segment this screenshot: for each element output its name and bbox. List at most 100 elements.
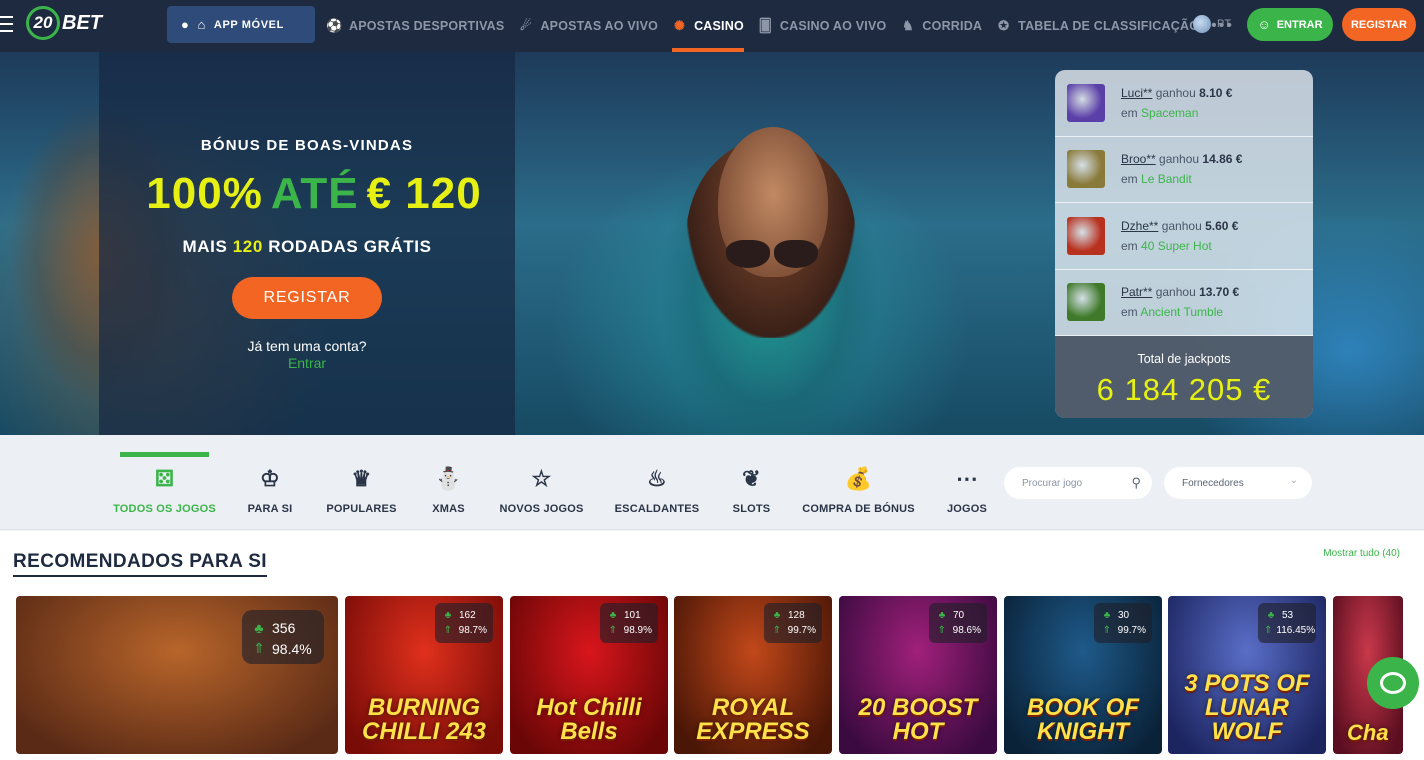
language-selector[interactable]: PT [1193,15,1231,33]
players-count: 70 [953,610,965,621]
game-tile[interactable]: Hot Chilli Bells ♣ 101 ⇑ 98.9% [510,596,668,754]
players-count: 128 [788,610,805,621]
category-tab-escaldantes[interactable]: ♨ ESCALDANTES [615,452,700,515]
winner-game-link[interactable]: 40 Super Hot [1141,239,1212,253]
category-tab-todos-os-jogos[interactable]: ⚄ TODOS OS JOGOS [113,452,216,515]
category-bar: ⚄ TODOS OS JOGOS ♔ PARA SI ♛ POPULARES ⛄ XMAS ☆ N… [0,435,1424,530]
game-stats-badge: ♣ 128 ⇑ 99.7% [764,603,822,643]
winner-row[interactable]: Dzhe** ganhou 5.60 € em 40 Super Hot [1055,203,1313,270]
winner-amount: 14.86 € [1202,152,1243,167]
providers-select[interactable]: Fornecedores ⌄ [1164,467,1312,499]
rtp-row: ⇑ 98.6% [935,623,981,638]
game-tile[interactable]: BURNING CHILLI 243 ♣ 162 ⇑ 98.7% [345,596,503,754]
category-tab-compra-de-bónus[interactable]: 💰 COMPRA DE BÓNUS [802,452,914,515]
bonus-upto: ATÉ [270,169,359,218]
nav-item-casino[interactable]: ✺ CASINO [672,0,744,52]
category-tab-para-si[interactable]: ♔ PARA SI [248,452,293,515]
hero-register-button[interactable]: REGISTAR [232,277,382,319]
bonus-subtitle: MAIS 120 RODADAS GRÁTIS [99,237,515,257]
game-stats-badge: ♣ 70 ⇑ 98.6% [929,603,987,643]
login-button[interactable]: ☺ ENTRAR [1247,8,1333,41]
game-stats-badge: ♣ 356 ⇑ 98.4% [242,610,324,664]
mobile-app-button[interactable]: ● ⌂ APP MÓVEL [167,6,315,43]
winner-game-link[interactable]: Spaceman [1141,106,1198,120]
players-count: 30 [1118,610,1130,621]
game-title: ROYAL EXPRESS [696,694,810,745]
search-icon[interactable]: ⚲ [1131,475,1141,491]
rtp-row: ⇑ 98.9% [606,623,652,638]
winner-game-prefix: em [1121,305,1138,320]
show-all-count: (40) [1382,548,1400,559]
nav-item-label: APOSTAS AO VIVO [540,19,659,33]
winner-game-link[interactable]: Ancient Tumble [1140,305,1223,319]
game-tile[interactable]: ROYAL EXPRESS ♣ 128 ⇑ 99.7% [674,596,832,754]
category-tab-populares[interactable]: ♛ POPULARES [326,452,396,515]
rtp-row: ⇑ 116.45% [1264,623,1315,638]
nav-item-apostas-ao-vivo[interactable]: ☄ APOSTAS AO VIVO [518,0,658,52]
search-input[interactable]: Procurar jogo ⚲ [1004,467,1152,499]
nav-item-label: TABELA DE CLASSIFICAÇÃO [1018,19,1200,33]
rtp-value: 98.9% [623,625,652,636]
rtp-value: 99.7% [1117,625,1146,636]
category-tab-jogos[interactable]: ⋯ JOGOS [946,452,988,515]
nav-item-corrida[interactable]: ♞ CORRIDA [900,0,982,52]
winner-name: Luci** [1121,85,1153,100]
players-row: ♣ 30 [1100,608,1146,623]
category-tab-slots[interactable]: ❦ SLOTS [733,452,770,515]
show-all-link[interactable]: Mostrar tudo (40) [1323,548,1400,559]
more-games-icon: ⋯ [955,466,979,491]
logo[interactable]: 20 BET [26,4,112,42]
category-label: ESCALDANTES [614,503,700,515]
game-tile[interactable]: ♣ 356 ⇑ 98.4% [16,596,338,754]
game-tile[interactable]: 3 POTS OF LUNAR WOLF ♣ 53 ⇑ 116.45% [1168,596,1326,754]
winner-text: Luci** ganhou 8.10 € em Spaceman [1121,83,1232,123]
game-title: Cha [1347,720,1389,745]
winner-name: Broo** [1121,152,1156,167]
trophy-icon: ✪ [998,18,1010,33]
winner-game-link[interactable]: Le Bandit [1141,172,1192,186]
players-row: ♣ 101 [606,608,652,623]
game-title: BOOK OF KNIGHT [1027,694,1139,745]
crown-icon: ♛ [351,466,372,491]
winner-game-thumbnail [1067,216,1105,255]
rtp-value: 98.4% [272,640,312,657]
rtp-icon: ⇑ [608,625,618,636]
category-label: JOGOS [946,503,988,515]
nav-item-apostas-desportivas[interactable]: ⚽ APOSTAS DESPORTIVAS [326,0,504,52]
hero-login-link[interactable]: Entrar [99,355,515,371]
category-tab-novos-jogos[interactable]: ☆ NOVOS JOGOS [499,452,583,515]
winner-row[interactable]: Broo** ganhou 14.86 € em Le Bandit [1055,137,1313,203]
rtp-icon: ⇑ [772,625,782,636]
players-row: ♣ 356 [250,617,316,638]
winner-amount: 8.10 € [1199,85,1233,100]
logo-badge: 20 [26,6,60,40]
game-stats-badge: ♣ 162 ⇑ 98.7% [435,603,493,643]
nav-item-tabela-de-classificação[interactable]: ✪ TABELA DE CLASSIFICAÇÃO [996,0,1199,52]
chevron-down-icon: ⌄ [1289,475,1298,486]
winner-row[interactable]: Luci** ganhou 8.10 € em Spaceman [1055,70,1313,137]
players-row: ♣ 53 [1264,608,1310,623]
winner-row[interactable]: Patr** ganhou 13.70 € em Ancient Tumble [1055,270,1313,336]
game-title: 20 BOOST HOT [858,694,978,745]
cards-icon: 🂠 [758,18,773,33]
live-chat-button[interactable] [1367,657,1419,709]
search-placeholder: Procurar jogo [1022,477,1083,489]
game-tile[interactable]: BOOK OF KNIGHT ♣ 30 ⇑ 99.7% [1004,596,1162,754]
bonus-sub-prefix: MAIS [182,237,228,256]
category-tab-xmas[interactable]: ⛄ XMAS [432,452,464,515]
chat-icon [1380,672,1406,694]
main-nav: ⚽ APOSTAS DESPORTIVAS ☄ APOSTAS AO VIVO ✺ CAS… [326,0,1234,52]
winner-amount: 13.70 € [1199,285,1240,300]
bonus-amount: € 120 [366,169,482,218]
menu-icon[interactable] [0,16,14,32]
cherry-icon: ❦ [742,466,761,491]
nav-item-label: CORRIDA [922,19,983,33]
register-button[interactable]: REGISTAR [1342,8,1416,41]
nav-item-casino-ao-vivo[interactable]: 🂠 CASINO AO VIVO [758,0,887,52]
players-count: 162 [459,610,476,621]
game-tile[interactable]: 20 BOOST HOT ♣ 70 ⇑ 98.6% [839,596,997,754]
rtp-icon: ⇑ [1102,625,1112,636]
money-bag-icon: 💰 [844,466,873,491]
rtp-icon: ⇑ [937,625,947,636]
winner-name: Patr** [1121,285,1153,300]
